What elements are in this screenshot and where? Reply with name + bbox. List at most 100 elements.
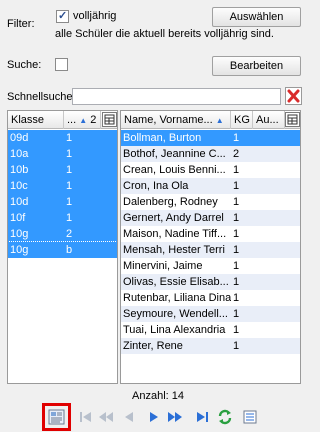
table-row[interactable]: Maison, Nadine Tiff... 1 xyxy=(121,226,300,242)
count-label: Anzahl: 14 xyxy=(132,390,184,402)
cell-klasse: 09d xyxy=(10,132,29,144)
cell-name: Dalenberg, Rodney xyxy=(123,196,218,208)
table-row[interactable]: 10c 1 xyxy=(8,178,117,194)
cell-kg: 1 xyxy=(233,260,240,272)
cell-kg: 1 xyxy=(233,276,240,288)
table-row[interactable]: 10f 1 xyxy=(8,210,117,226)
cell-name: Maison, Nadine Tiff... xyxy=(123,228,227,240)
table-row[interactable]: Crean, Louis Benni... 1 xyxy=(121,162,300,178)
previous-fast-icon[interactable] xyxy=(98,409,114,425)
table-row[interactable]: Minervini, Jaime 1 xyxy=(121,258,300,274)
column-header-kg[interactable]: KG xyxy=(231,111,253,129)
class-table-header: Klasse ... ▲ 2 xyxy=(8,111,117,129)
table-options-icon[interactable] xyxy=(285,112,300,127)
quicksearch-label: Schnellsuche xyxy=(7,91,73,103)
cell-name: Mensah, Hester Terri xyxy=(123,244,225,256)
previous-icon[interactable] xyxy=(121,409,137,425)
cell-kg: 1 xyxy=(233,340,240,352)
table-row[interactable]: Bollman, Burton 1 xyxy=(121,130,300,146)
cell-au xyxy=(253,338,285,354)
table-row[interactable]: Cron, Ina Ola 1 xyxy=(121,178,300,194)
column-header-2: 2 xyxy=(90,114,97,126)
list-icon[interactable] xyxy=(242,409,258,425)
quicksearch-input[interactable] xyxy=(72,88,281,105)
table-row[interactable]: Olivas, Essie Elisab... 1 xyxy=(121,274,300,290)
column-header-dots: ... xyxy=(67,114,77,126)
table-row[interactable]: Mensah, Hester Terri 1 xyxy=(121,242,300,258)
cell-name: Cron, Ina Ola xyxy=(123,180,189,192)
cell-au xyxy=(253,274,285,290)
next-icon[interactable] xyxy=(146,409,162,425)
table-row[interactable]: Rutenbar, Liliana Dina b1 xyxy=(121,290,300,306)
cell-klasse: 10d xyxy=(10,196,29,208)
table-row[interactable]: 10g b xyxy=(8,241,117,259)
cell-name: Bollman, Burton xyxy=(123,132,202,144)
cell-name: Gernert, Andy Darrel xyxy=(123,212,224,224)
cell-kg: 1 xyxy=(233,164,240,176)
cell-au xyxy=(253,290,285,306)
cell-name: Olivas, Essie Elisab... xyxy=(123,276,229,288)
cell-name: Tuai, Lina Alexandria xyxy=(123,324,226,336)
table-row[interactable]: Tuai, Lina Alexandria 1 xyxy=(121,322,300,338)
last-icon[interactable] xyxy=(194,409,210,425)
sort-asc-icon: ▲ xyxy=(215,116,224,125)
cell-value: 1 xyxy=(66,148,73,160)
cell-au xyxy=(253,226,285,242)
cell-au xyxy=(253,194,285,210)
cell-kg: 1 xyxy=(233,244,240,256)
column-header-klasse[interactable]: Klasse xyxy=(8,111,64,129)
table-row[interactable]: 09d 1 xyxy=(8,130,117,146)
refresh-icon[interactable] xyxy=(217,409,233,425)
student-table: Name, Vorname... ▲ KG Au... Bollman, Bur… xyxy=(120,110,301,384)
cell-klasse: 10c xyxy=(10,180,28,192)
clear-icon[interactable] xyxy=(285,87,302,105)
cell-klasse: 10f xyxy=(10,212,26,224)
cell-kg: 1 xyxy=(233,228,240,240)
table-row[interactable]: Bothof, Jeannine C... 2 xyxy=(121,146,300,162)
cell-kg: 1 xyxy=(233,180,240,192)
table-row[interactable]: 10a 1 xyxy=(8,146,117,162)
next-fast-icon[interactable] xyxy=(167,409,183,425)
cell-klasse: 10b xyxy=(10,164,29,176)
cell-au xyxy=(253,322,285,338)
cell-value: 1 xyxy=(66,212,73,224)
cell-kg: 1 xyxy=(233,324,240,336)
cell-klasse: 10g xyxy=(10,244,29,256)
column-header-name[interactable]: Name, Vorname... ▲ xyxy=(121,111,231,129)
column-header-sort[interactable]: ... ▲ 2 xyxy=(64,111,101,129)
column-header-au[interactable]: Au... xyxy=(253,111,285,129)
cell-value: 1 xyxy=(66,164,73,176)
table-row[interactable]: Dalenberg, Rodney 1 xyxy=(121,194,300,210)
cell-name: Minervini, Jaime xyxy=(123,260,203,272)
table-row[interactable]: 10b 1 xyxy=(8,162,117,178)
cell-kg: 1 xyxy=(233,308,240,320)
first-icon[interactable] xyxy=(78,409,94,425)
table-row[interactable]: Seymoure, Wendell... 1 xyxy=(121,306,300,322)
search-checkbox[interactable] xyxy=(55,58,68,71)
volljaehrig-label: volljährig xyxy=(73,10,117,22)
cell-kg: 1 xyxy=(233,292,240,304)
filter-description: alle Schüler die aktuell bereits volljäh… xyxy=(55,28,274,40)
cell-au xyxy=(253,258,285,274)
table-row[interactable]: Gernert, Andy Darrel 1 xyxy=(121,210,300,226)
table-row[interactable]: 10g 2 xyxy=(8,226,117,242)
cell-value: 1 xyxy=(66,180,73,192)
table-row[interactable]: 10d 1 xyxy=(8,194,117,210)
details-button[interactable] xyxy=(42,403,71,431)
cell-kg: 1 xyxy=(233,196,240,208)
volljaehrig-checkbox[interactable]: ✓ xyxy=(56,10,69,23)
table-options-icon[interactable] xyxy=(102,112,117,127)
column-header-name-label: Name, Vorname... xyxy=(124,114,213,126)
class-table: Klasse ... ▲ 2 09d 1 10a 1 10b 1 10c 1 10d 1 10f 1 1… xyxy=(7,110,118,384)
check-icon: ✓ xyxy=(58,10,68,22)
cell-kg: 1 xyxy=(233,132,240,144)
cell-klasse: 10g xyxy=(10,228,29,240)
cell-au xyxy=(253,130,285,146)
cell-value: 1 xyxy=(66,196,73,208)
cell-value: b xyxy=(66,244,73,256)
cell-name: Seymoure, Wendell... xyxy=(123,308,228,320)
select-button[interactable]: Auswählen xyxy=(212,7,301,27)
table-row[interactable]: Zinter, Rene 1 xyxy=(121,338,300,354)
cell-kg: 1 xyxy=(233,212,240,224)
edit-button[interactable]: Bearbeiten xyxy=(212,56,301,76)
